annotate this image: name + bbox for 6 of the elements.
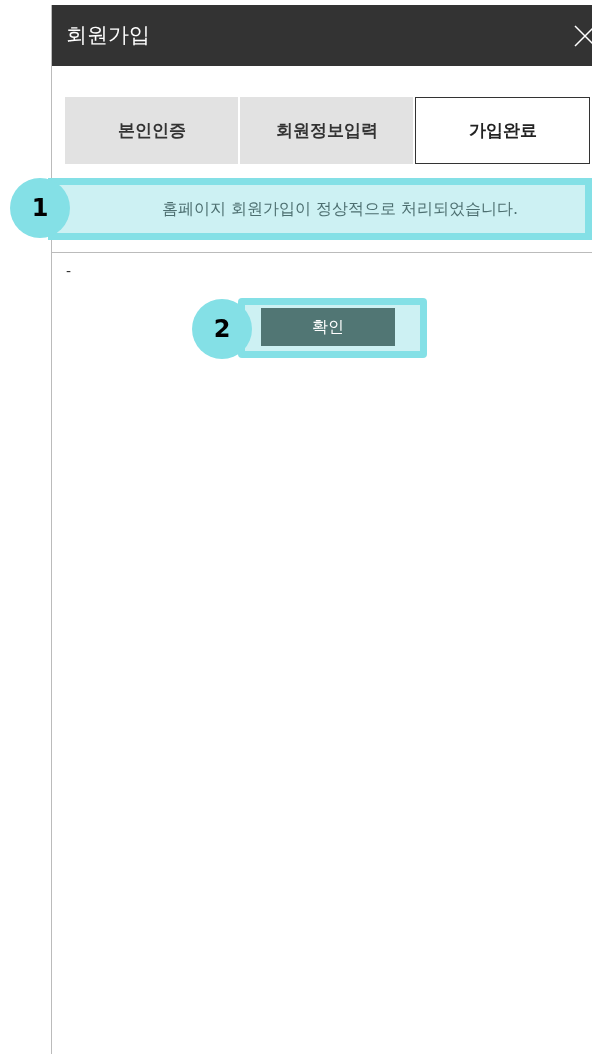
window-title: 회원가입 bbox=[66, 21, 150, 49]
confirm-button[interactable]: 확인 bbox=[261, 308, 395, 346]
step-badge: 1 bbox=[10, 178, 70, 238]
dash-text: - bbox=[66, 263, 72, 279]
close-icon[interactable] bbox=[574, 24, 592, 47]
success-message: 홈페이지 회원가입이 정상적으로 처리되었습니다. bbox=[161, 198, 519, 220]
